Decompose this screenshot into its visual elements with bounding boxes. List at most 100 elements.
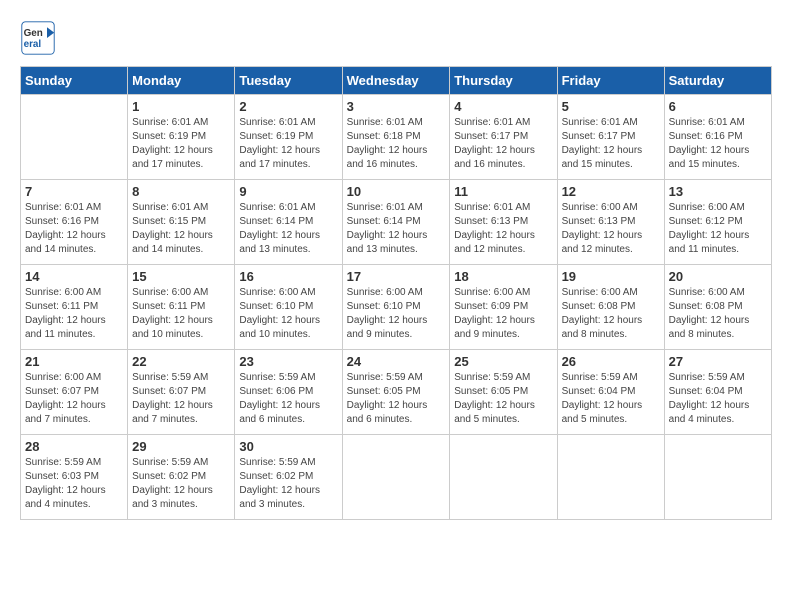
week-row-4: 21 Sunrise: 6:00 AM Sunset: 6:07 PM Dayli…: [21, 350, 772, 435]
day-number: 30: [239, 439, 337, 454]
week-row-5: 28 Sunrise: 5:59 AM Sunset: 6:03 PM Dayli…: [21, 435, 772, 520]
calendar-cell: 6 Sunrise: 6:01 AM Sunset: 6:16 PM Daylig…: [664, 95, 771, 180]
page-header: Gen eral: [20, 20, 772, 56]
day-info: Sunrise: 6:00 AM Sunset: 6:10 PM Dayligh…: [239, 286, 337, 342]
day-number: 23: [239, 354, 337, 369]
day-number: 15: [132, 269, 230, 284]
day-number: 16: [239, 269, 337, 284]
calendar-cell: 17 Sunrise: 6:00 AM Sunset: 6:10 PM Dayli…: [342, 265, 450, 350]
day-number: 19: [562, 269, 660, 284]
day-number: 29: [132, 439, 230, 454]
calendar-cell: 18 Sunrise: 6:00 AM Sunset: 6:09 PM Dayli…: [450, 265, 557, 350]
calendar-cell: 14Sunrise: 6:00 AM Sunset: 6:11 PM Dayli…: [21, 265, 128, 350]
day-info: Sunrise: 6:01 AM Sunset: 6:19 PM Dayligh…: [239, 116, 337, 172]
logo-icon: Gen eral: [20, 20, 56, 56]
svg-text:eral: eral: [24, 39, 42, 50]
calendar-cell: 24 Sunrise: 5:59 AM Sunset: 6:05 PM Dayli…: [342, 350, 450, 435]
calendar-cell: 22 Sunrise: 5:59 AM Sunset: 6:07 PM Dayli…: [128, 350, 235, 435]
day-number: 6: [669, 99, 767, 114]
calendar-cell: [557, 435, 664, 520]
day-number: 28: [25, 439, 123, 454]
calendar-cell: 9Sunrise: 6:01 AM Sunset: 6:14 PM Daylig…: [235, 180, 342, 265]
day-info: Sunrise: 6:01 AM Sunset: 6:18 PM Dayligh…: [347, 116, 446, 172]
calendar-cell: [21, 95, 128, 180]
day-number: 25: [454, 354, 552, 369]
day-number: 12: [562, 184, 660, 199]
day-info: Sunrise: 5:59 AM Sunset: 6:05 PM Dayligh…: [454, 371, 552, 427]
day-number: 4: [454, 99, 552, 114]
day-info: Sunrise: 6:01 AM Sunset: 6:14 PM Dayligh…: [239, 201, 337, 257]
day-number: 24: [347, 354, 446, 369]
day-info: Sunrise: 5:59 AM Sunset: 6:04 PM Dayligh…: [669, 371, 767, 427]
day-info: Sunrise: 5:59 AM Sunset: 6:02 PM Dayligh…: [239, 456, 337, 512]
calendar-cell: 15Sunrise: 6:00 AM Sunset: 6:11 PM Dayli…: [128, 265, 235, 350]
calendar-cell: 19 Sunrise: 6:00 AM Sunset: 6:08 PM Dayli…: [557, 265, 664, 350]
day-info: Sunrise: 6:01 AM Sunset: 6:13 PM Dayligh…: [454, 201, 552, 257]
week-row-2: 7 Sunrise: 6:01 AM Sunset: 6:16 PM Daylig…: [21, 180, 772, 265]
day-header-wednesday: Wednesday: [342, 67, 450, 95]
day-info: Sunrise: 6:00 AM Sunset: 6:09 PM Dayligh…: [454, 286, 552, 342]
day-info: Sunrise: 6:01 AM Sunset: 6:16 PM Dayligh…: [669, 116, 767, 172]
day-info: Sunrise: 6:01 AM Sunset: 6:19 PM Dayligh…: [132, 116, 230, 172]
calendar-cell: 2 Sunrise: 6:01 AM Sunset: 6:19 PM Daylig…: [235, 95, 342, 180]
day-header-sunday: Sunday: [21, 67, 128, 95]
day-number: 10: [347, 184, 446, 199]
calendar-cell: 7 Sunrise: 6:01 AM Sunset: 6:16 PM Daylig…: [21, 180, 128, 265]
day-number: 22: [132, 354, 230, 369]
day-info: Sunrise: 6:01 AM Sunset: 6:17 PM Dayligh…: [454, 116, 552, 172]
day-info: Sunrise: 6:00 AM Sunset: 6:13 PM Dayligh…: [562, 201, 660, 257]
day-number: 14: [25, 269, 123, 284]
calendar-cell: 28 Sunrise: 5:59 AM Sunset: 6:03 PM Dayli…: [21, 435, 128, 520]
calendar-cell: 3Sunrise: 6:01 AM Sunset: 6:18 PM Daylig…: [342, 95, 450, 180]
calendar-cell: 4 Sunrise: 6:01 AM Sunset: 6:17 PM Daylig…: [450, 95, 557, 180]
day-header-friday: Friday: [557, 67, 664, 95]
calendar-cell: [450, 435, 557, 520]
day-header-saturday: Saturday: [664, 67, 771, 95]
day-number: 20: [669, 269, 767, 284]
day-header-tuesday: Tuesday: [235, 67, 342, 95]
week-row-1: 1 Sunrise: 6:01 AM Sunset: 6:19 PM Daylig…: [21, 95, 772, 180]
calendar-table: SundayMondayTuesdayWednesdayThursdayFrid…: [20, 66, 772, 520]
day-info: Sunrise: 6:00 AM Sunset: 6:10 PM Dayligh…: [347, 286, 446, 342]
day-info: Sunrise: 6:00 AM Sunset: 6:08 PM Dayligh…: [669, 286, 767, 342]
day-number: 2: [239, 99, 337, 114]
calendar-cell: [664, 435, 771, 520]
calendar-cell: 21 Sunrise: 6:00 AM Sunset: 6:07 PM Dayli…: [21, 350, 128, 435]
day-info: Sunrise: 6:01 AM Sunset: 6:16 PM Dayligh…: [25, 201, 123, 257]
day-info: Sunrise: 5:59 AM Sunset: 6:06 PM Dayligh…: [239, 371, 337, 427]
calendar-cell: 12 Sunrise: 6:00 AM Sunset: 6:13 PM Dayli…: [557, 180, 664, 265]
calendar-cell: 29Sunrise: 5:59 AM Sunset: 6:02 PM Dayli…: [128, 435, 235, 520]
day-number: 17: [347, 269, 446, 284]
calendar-header-row: SundayMondayTuesdayWednesdayThursdayFrid…: [21, 67, 772, 95]
day-header-monday: Monday: [128, 67, 235, 95]
day-number: 8: [132, 184, 230, 199]
calendar-cell: 16 Sunrise: 6:00 AM Sunset: 6:10 PM Dayli…: [235, 265, 342, 350]
week-row-3: 14Sunrise: 6:00 AM Sunset: 6:11 PM Dayli…: [21, 265, 772, 350]
day-info: Sunrise: 6:00 AM Sunset: 6:07 PM Dayligh…: [25, 371, 123, 427]
calendar-cell: [342, 435, 450, 520]
svg-text:Gen: Gen: [24, 28, 43, 39]
day-number: 18: [454, 269, 552, 284]
logo: Gen eral: [20, 20, 60, 56]
calendar-cell: 20 Sunrise: 6:00 AM Sunset: 6:08 PM Dayli…: [664, 265, 771, 350]
day-number: 1: [132, 99, 230, 114]
day-info: Sunrise: 6:00 AM Sunset: 6:08 PM Dayligh…: [562, 286, 660, 342]
calendar-cell: 27Sunrise: 5:59 AM Sunset: 6:04 PM Dayli…: [664, 350, 771, 435]
day-info: Sunrise: 6:01 AM Sunset: 6:15 PM Dayligh…: [132, 201, 230, 257]
calendar-cell: 11Sunrise: 6:01 AM Sunset: 6:13 PM Dayli…: [450, 180, 557, 265]
day-info: Sunrise: 5:59 AM Sunset: 6:03 PM Dayligh…: [25, 456, 123, 512]
calendar-cell: 25 Sunrise: 5:59 AM Sunset: 6:05 PM Dayli…: [450, 350, 557, 435]
calendar-cell: 23 Sunrise: 5:59 AM Sunset: 6:06 PM Dayli…: [235, 350, 342, 435]
day-info: Sunrise: 5:59 AM Sunset: 6:05 PM Dayligh…: [347, 371, 446, 427]
calendar-cell: 30 Sunrise: 5:59 AM Sunset: 6:02 PM Dayli…: [235, 435, 342, 520]
day-info: Sunrise: 6:00 AM Sunset: 6:12 PM Dayligh…: [669, 201, 767, 257]
day-number: 13: [669, 184, 767, 199]
day-info: Sunrise: 6:01 AM Sunset: 6:14 PM Dayligh…: [347, 201, 446, 257]
day-number: 21: [25, 354, 123, 369]
day-header-thursday: Thursday: [450, 67, 557, 95]
day-number: 26: [562, 354, 660, 369]
day-info: Sunrise: 6:01 AM Sunset: 6:17 PM Dayligh…: [562, 116, 660, 172]
day-number: 7: [25, 184, 123, 199]
calendar-cell: 10 Sunrise: 6:01 AM Sunset: 6:14 PM Dayli…: [342, 180, 450, 265]
day-info: Sunrise: 5:59 AM Sunset: 6:07 PM Dayligh…: [132, 371, 230, 427]
